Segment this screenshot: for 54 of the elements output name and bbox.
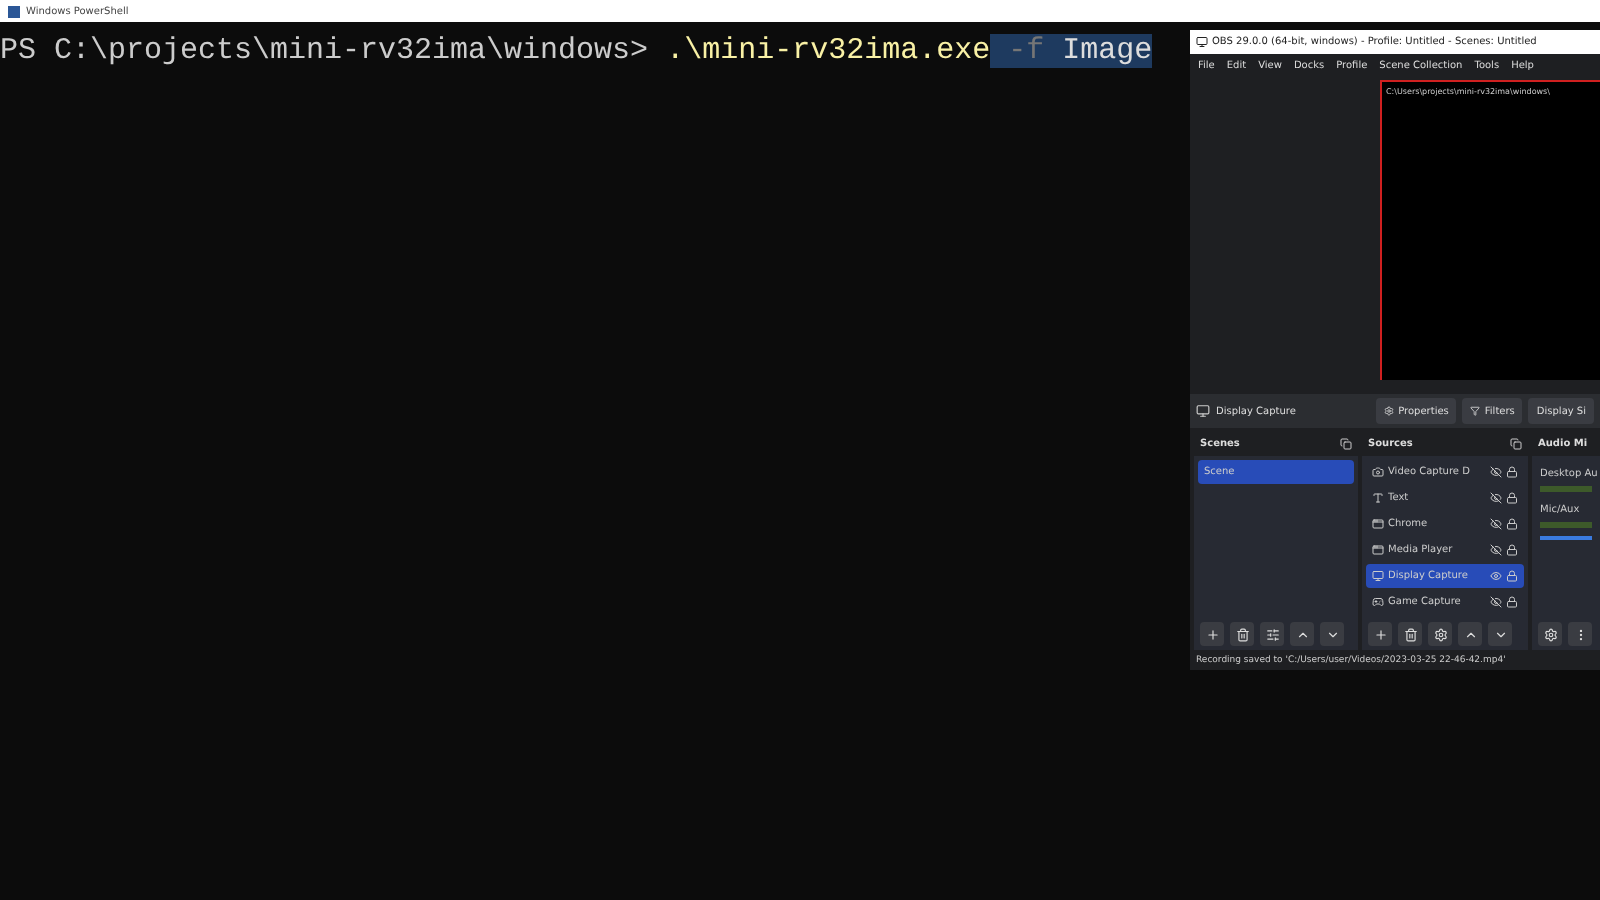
source-type-icon	[1372, 466, 1384, 479]
filter-icon	[1470, 406, 1481, 417]
add-button[interactable]	[1368, 622, 1392, 647]
monitor-icon	[1196, 404, 1210, 419]
source-type-icon	[1372, 544, 1384, 557]
eye-crossed-icon	[1490, 596, 1502, 609]
level-meter	[1540, 522, 1592, 529]
volume-slider[interactable]	[1540, 536, 1592, 541]
undock-icon	[1340, 438, 1352, 451]
delete-button[interactable]	[1398, 622, 1422, 647]
app-icon	[1196, 35, 1208, 48]
filter-button[interactable]	[1260, 622, 1284, 647]
level-meter	[1540, 486, 1592, 493]
prompt-text: PS C:\projects\mini-rv32ima\windows>	[0, 34, 651, 68]
source-type-icon	[1372, 596, 1384, 609]
terminal-icon	[8, 5, 20, 17]
plus-icon	[1205, 627, 1219, 642]
lock-icon	[1506, 518, 1518, 531]
eye-crossed-icon	[1490, 544, 1502, 557]
source-type-icon	[1372, 492, 1384, 505]
eye-crossed-icon	[1490, 492, 1502, 505]
plus-icon	[1373, 627, 1387, 642]
lock-icon	[1506, 466, 1518, 479]
flag-text: -f	[990, 34, 1063, 68]
move-up-button[interactable]	[1458, 622, 1482, 647]
delete-button[interactable]	[1230, 622, 1254, 647]
chevron-up-icon	[1463, 627, 1477, 642]
eye-crossed-icon	[1490, 466, 1502, 479]
add-button[interactable]	[1200, 622, 1224, 647]
settings-button[interactable]	[1428, 622, 1452, 647]
command-text: .\mini-rv32ima.exe	[666, 34, 991, 68]
lock-icon	[1506, 596, 1518, 609]
argument-text: Image	[1062, 34, 1153, 68]
move-down-button[interactable]	[1320, 622, 1344, 647]
sliders-icon	[1265, 627, 1279, 642]
trash-icon	[1235, 627, 1249, 642]
eye-icon	[1490, 570, 1502, 583]
chevron-down-icon	[1325, 627, 1339, 642]
gear-icon	[1384, 406, 1395, 417]
lock-icon	[1506, 570, 1518, 583]
eye-crossed-icon	[1490, 518, 1502, 531]
move-up-button[interactable]	[1290, 622, 1314, 647]
source-type-icon	[1372, 570, 1384, 583]
chevron-up-icon	[1295, 627, 1309, 642]
settings-button[interactable]	[1538, 622, 1562, 647]
undock-icon	[1510, 438, 1522, 451]
gear-icon	[1433, 627, 1447, 642]
chevron-down-icon	[1493, 627, 1507, 642]
move-down-button[interactable]	[1488, 622, 1512, 647]
lock-icon	[1506, 544, 1518, 557]
source-type-icon	[1372, 518, 1384, 531]
lock-icon	[1506, 492, 1518, 505]
trash-icon	[1403, 627, 1417, 642]
gear-icon	[1543, 627, 1557, 642]
